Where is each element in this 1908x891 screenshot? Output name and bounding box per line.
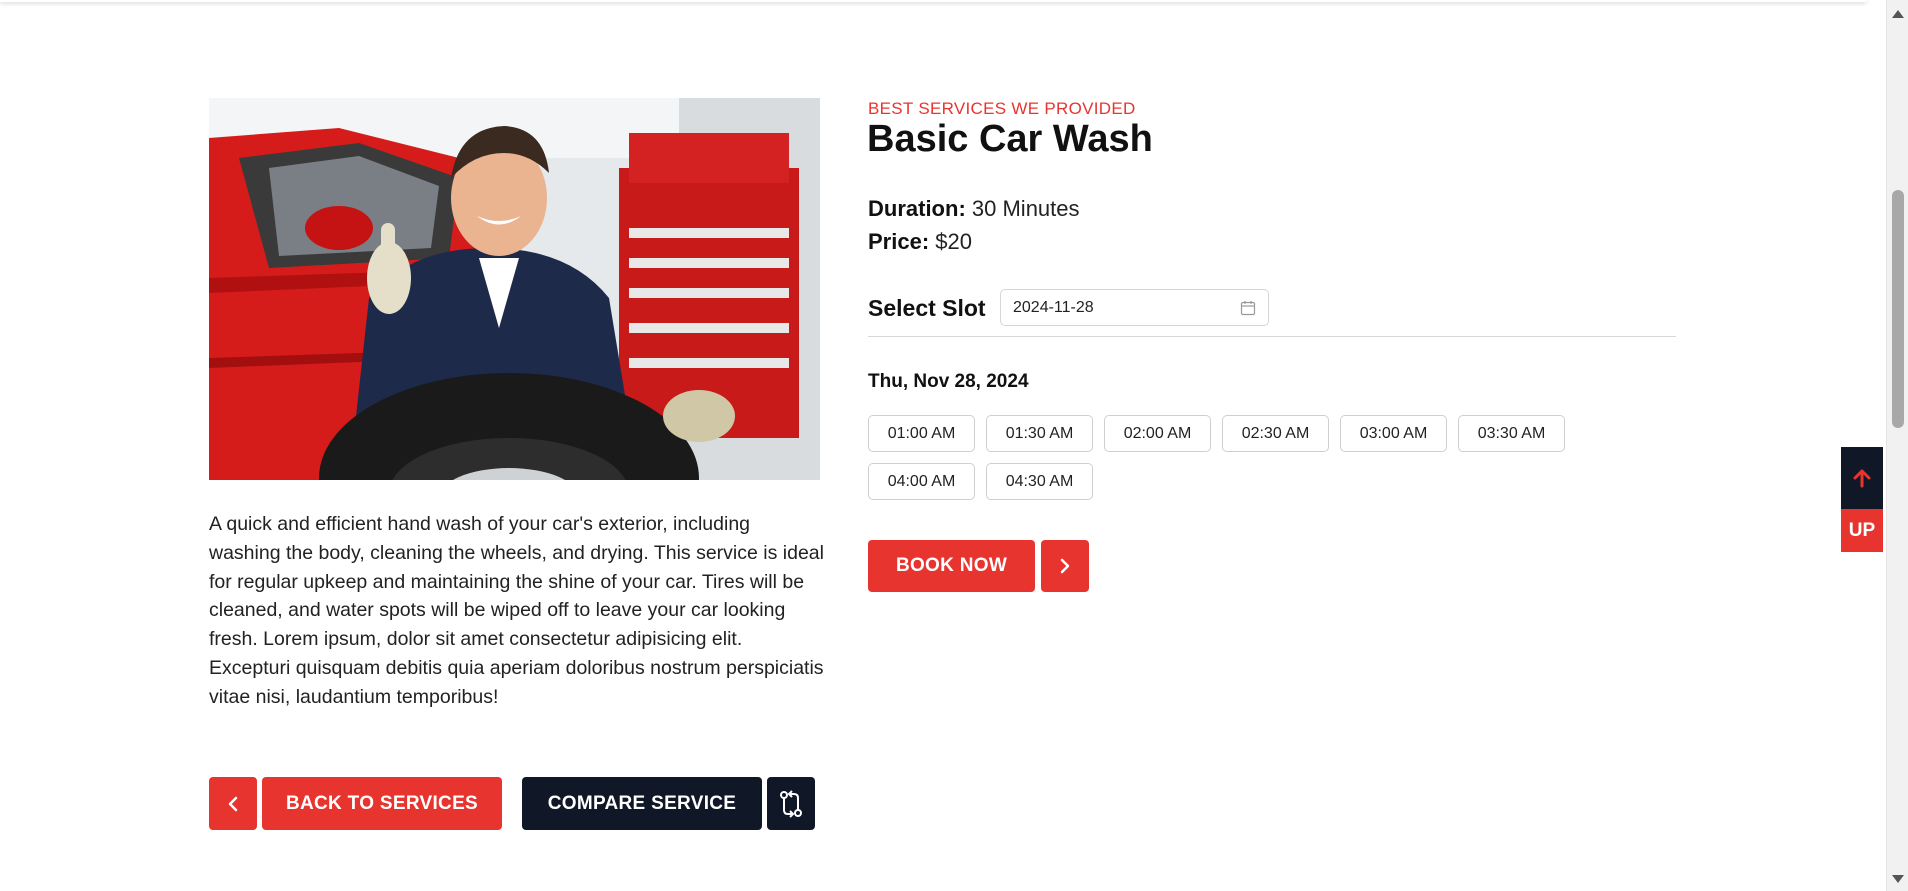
slot-divider <box>868 336 1676 337</box>
select-slot-label: Select Slot <box>868 295 986 321</box>
price-line: Price: $20 <box>868 229 972 255</box>
price-label: Price: <box>868 229 930 254</box>
service-title: Basic Car Wash <box>867 118 1153 160</box>
date-value: 2024-11-28 <box>1013 298 1094 316</box>
scrollbar-thumb[interactable] <box>1892 190 1904 428</box>
selected-date-heading: Thu, Nov 28, 2024 <box>868 371 1029 392</box>
book-now-arrow-button[interactable] <box>1041 540 1089 592</box>
time-slot-list: 01:00 AM 01:30 AM 02:00 AM 02:30 AM 03:0… <box>868 415 1588 500</box>
time-slot[interactable]: 04:00 AM <box>868 463 975 500</box>
scroll-down-arrow-icon[interactable] <box>1892 875 1904 883</box>
page-scrollbar[interactable] <box>1886 0 1908 891</box>
compare-icon-button[interactable] <box>767 777 815 830</box>
scroll-up-arrow-icon[interactable] <box>1892 10 1904 18</box>
duration-value: 30 Minutes <box>971 196 1080 221</box>
time-slot[interactable]: 01:30 AM <box>986 415 1093 452</box>
book-now-button[interactable]: BOOK NOW <box>868 540 1035 592</box>
time-slot[interactable]: 03:00 AM <box>1340 415 1447 452</box>
arrow-up-icon <box>1853 469 1871 488</box>
scroll-top-button[interactable] <box>1841 447 1883 509</box>
date-picker-input[interactable]: 2024-11-28 <box>1000 289 1269 326</box>
service-description: A quick and efficient hand wash of your … <box>209 513 824 708</box>
price-value: $20 <box>935 229 972 254</box>
compare-service-button[interactable]: COMPARE SERVICE <box>522 777 762 830</box>
chevron-right-icon <box>1060 558 1070 574</box>
back-to-services-button[interactable]: BACK TO SERVICES <box>262 777 502 830</box>
time-slot[interactable]: 02:00 AM <box>1104 415 1211 452</box>
header-shadow-bar <box>0 0 1866 2</box>
compare-arrows-icon <box>780 789 802 818</box>
calendar-icon[interactable] <box>1240 300 1256 316</box>
section-eyebrow: BEST SERVICES WE PROVIDED <box>868 99 1136 118</box>
duration-line: Duration: 30 Minutes <box>868 196 1080 222</box>
back-arrow-button[interactable] <box>209 777 257 830</box>
duration-label: Duration: <box>868 196 966 221</box>
time-slot[interactable]: 02:30 AM <box>1222 415 1329 452</box>
time-slot[interactable]: 04:30 AM <box>986 463 1093 500</box>
chevron-left-icon <box>228 796 238 811</box>
time-slot[interactable]: 03:30 AM <box>1458 415 1565 452</box>
service-image <box>209 98 820 480</box>
scroll-top-label[interactable]: UP <box>1841 509 1883 552</box>
time-slot[interactable]: 01:00 AM <box>868 415 975 452</box>
